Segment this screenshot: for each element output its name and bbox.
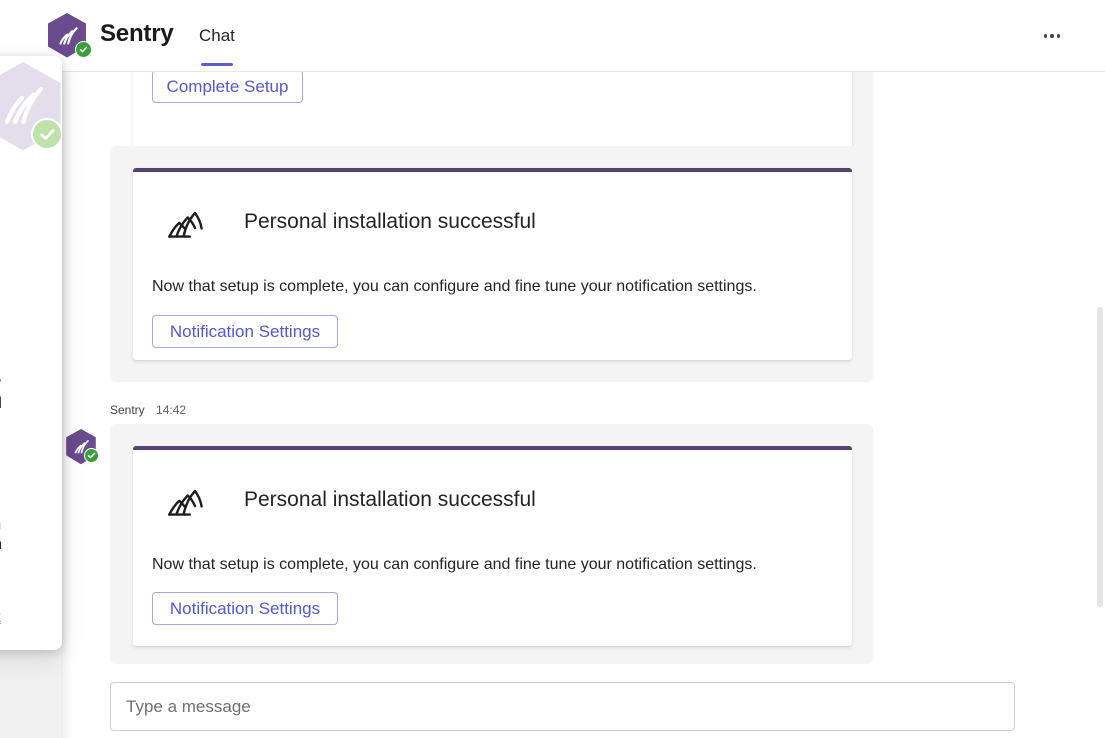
complete-setup-button[interactable]: Complete Setup bbox=[152, 72, 303, 103]
chat-scrollbar[interactable] bbox=[1093, 72, 1105, 677]
card-body-text: Now that setup is complete, you can conf… bbox=[152, 556, 757, 573]
left-rail-shadow bbox=[62, 72, 72, 738]
card-accent-bar bbox=[133, 446, 852, 450]
chat-message-list[interactable]: Complete Setup Personal installation suc… bbox=[0, 72, 1105, 677]
overflow-dot bbox=[1043, 34, 1048, 38]
sentry-logo-icon bbox=[163, 480, 207, 520]
overlay-text-line: d bbox=[0, 395, 2, 413]
check-badge-icon bbox=[75, 41, 92, 58]
sentry-logo-icon bbox=[45, 12, 92, 60]
card-header: Personal installation successful bbox=[163, 480, 536, 520]
overflow-dot bbox=[1050, 34, 1054, 38]
message-input[interactable]: Type a message bbox=[110, 682, 1015, 731]
card-accent-bar bbox=[133, 168, 852, 172]
tab-chat-label: Chat bbox=[199, 26, 235, 45]
tab-bar: Chat bbox=[193, 0, 241, 72]
message-meta: Sentry 14:42 bbox=[110, 403, 186, 417]
notification-settings-button[interactable]: Notification Settings bbox=[152, 315, 338, 348]
overflow-menu-icon[interactable] bbox=[1037, 22, 1067, 50]
page-title: Sentry bbox=[100, 20, 174, 47]
app-header: Sentry Chat bbox=[0, 0, 1105, 72]
message-timestamp: 14:42 bbox=[156, 403, 187, 417]
check-badge-icon bbox=[31, 118, 62, 150]
left-overlay-panel: e to y d am eam and ment bbox=[0, 56, 62, 650]
overflow-dot bbox=[1056, 34, 1061, 38]
check-badge-icon bbox=[84, 448, 99, 463]
overlay-text-line: eam bbox=[0, 536, 2, 554]
compose-area: Type a message bbox=[0, 677, 1105, 738]
rail-divider bbox=[62, 72, 63, 738]
complete-setup-label: Complete Setup bbox=[166, 76, 289, 96]
chat-scrollbar-thumb[interactable] bbox=[1097, 307, 1103, 607]
card-body-text: Now that setup is complete, you can conf… bbox=[152, 278, 757, 295]
notification-settings-button[interactable]: Notification Settings bbox=[152, 592, 338, 625]
overlay-text-line: am bbox=[0, 516, 1, 534]
notification-settings-label: Notification Settings bbox=[169, 321, 321, 341]
sentry-logo-icon bbox=[163, 202, 207, 242]
sentry-logo-large-icon bbox=[0, 60, 62, 156]
overlay-link[interactable]: ment bbox=[0, 609, 1, 627]
message-sender: Sentry bbox=[110, 403, 145, 417]
card-title: Personal installation successful bbox=[244, 488, 536, 511]
teams-chat-app: Sentry Chat Complete Setup Personal inst… bbox=[0, 0, 1105, 738]
card-title: Personal installation successful bbox=[244, 210, 536, 233]
overlay-text-line: y bbox=[0, 375, 1, 393]
notification-settings-label: Notification Settings bbox=[169, 598, 321, 618]
message-input-placeholder: Type a message bbox=[126, 696, 251, 716]
card-header: Personal installation successful bbox=[163, 202, 536, 242]
tab-chat[interactable]: Chat bbox=[193, 0, 241, 72]
